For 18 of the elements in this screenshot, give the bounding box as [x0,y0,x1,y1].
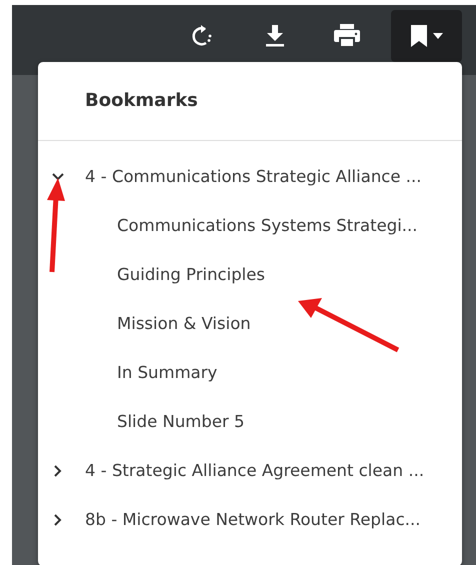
bookmark-item[interactable]: 4 - Strategic Alliance Agreement clean ... [85,461,424,480]
chevron-down-icon [52,170,64,182]
bookmark-item[interactable]: 8b - Microwave Network Router Replac... [85,510,421,529]
printer-icon [334,24,360,48]
bookmark-item[interactable]: Slide Number 5 [85,412,245,431]
bookmark-button[interactable] [391,10,462,62]
rotate-icon [192,24,214,48]
chevron-right-icon [52,514,64,526]
bookmark-item[interactable]: Mission & Vision [85,314,251,333]
bookmark-icon [410,25,426,47]
bookmark-item[interactable]: In Summary [85,363,218,382]
bookmark-item[interactable]: Guiding Principles [85,265,266,284]
bookmark-item[interactable]: Communications Systems Strategi... [85,216,418,235]
caret-icon [432,33,442,39]
bookmark-item[interactable]: 4 - Communications Strategic Alliance ... [85,167,422,186]
chevron-right-icon [52,464,64,476]
menu-title: Bookmarks [38,62,462,141]
download-icon [265,25,285,47]
